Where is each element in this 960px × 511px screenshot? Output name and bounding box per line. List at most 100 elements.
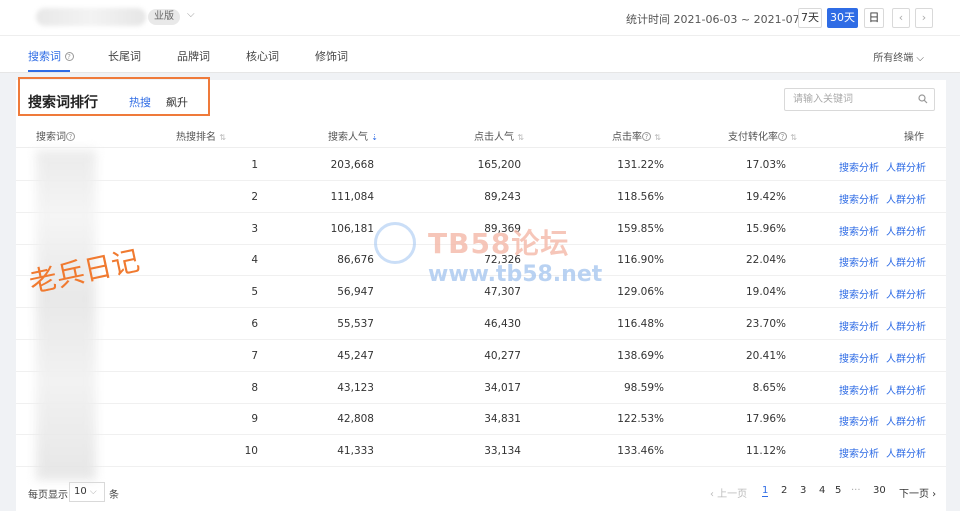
col-ctr[interactable]: 点击率? ⇅ [612, 128, 661, 143]
cell-search: 86,676 [337, 254, 374, 267]
keyword-search[interactable] [784, 88, 935, 111]
search-analysis-link[interactable]: 搜索分析 [839, 413, 879, 428]
cell-click: 40,277 [484, 349, 521, 362]
search-analysis-link[interactable]: 搜索分析 [839, 223, 879, 238]
page-4[interactable]: 4 [819, 485, 825, 496]
cell-rank: 5 [251, 286, 258, 299]
search-analysis-link[interactable]: 搜索分析 [839, 445, 879, 460]
cell-cvr: 8.65% [752, 381, 786, 394]
terminal-select[interactable]: 所有终端 ⌵ [873, 49, 924, 64]
tab-brand-words[interactable]: 品牌词 [177, 48, 210, 64]
crowd-analysis-link[interactable]: 人群分析 [886, 159, 926, 174]
search-input[interactable] [785, 89, 905, 110]
search-analysis-link[interactable]: 搜索分析 [839, 382, 879, 397]
cell-rank: 7 [251, 349, 258, 362]
word-type-tabs: 搜索词 ? 长尾词 品牌词 核心词 修饰词 所有终端 ⌵ [0, 36, 960, 73]
crowd-analysis-link[interactable]: 人群分析 [886, 254, 926, 269]
sort-icon[interactable]: ⇅ [654, 133, 661, 142]
page-30[interactable]: 30 [873, 485, 886, 496]
chevron-down-icon: ⌵ [89, 487, 97, 497]
subtab-rising[interactable]: 飙升 [166, 94, 188, 110]
cell-rank: 9 [251, 413, 258, 426]
tab-longtail-words[interactable]: 长尾词 [108, 48, 141, 64]
cell-rank: 8 [251, 381, 258, 394]
cell-click: 46,430 [484, 318, 521, 330]
crowd-analysis-link[interactable]: 人群分析 [886, 382, 926, 397]
search-icon[interactable] [918, 94, 928, 104]
search-analysis-link[interactable]: 搜索分析 [839, 350, 879, 365]
cell-cvr: 11.12% [745, 445, 786, 458]
search-analysis-link[interactable]: 搜索分析 [839, 159, 879, 174]
crowd-analysis-link[interactable]: 人群分析 [886, 223, 926, 238]
cell-ctr: 116.48% [617, 318, 664, 330]
cell-ctr: 131.22% [617, 159, 664, 171]
crowd-analysis-link[interactable]: 人群分析 [886, 318, 926, 333]
cell-click: 34,831 [484, 413, 521, 426]
tab-core-words[interactable]: 核心词 [246, 48, 279, 64]
cell-ctr: 122.53% [617, 413, 664, 426]
cell-search: 55,537 [337, 318, 374, 330]
col-rank[interactable]: 热搜排名 ⇅ [176, 128, 226, 143]
next-page-button[interactable]: 下一页 › [899, 485, 936, 500]
cell-rank: 4 [251, 254, 258, 267]
cell-rank: 10 [244, 445, 258, 458]
search-analysis-link[interactable]: 搜索分析 [839, 318, 879, 333]
range-30d-button[interactable]: 30天 [827, 8, 858, 28]
sort-icon[interactable]: ⇅ [517, 133, 524, 142]
col-keyword: 搜索词? [36, 128, 75, 143]
cell-ctr: 133.46% [617, 445, 664, 458]
sort-icon[interactable]: ⇅ [219, 133, 226, 142]
chevron-down-icon[interactable]: ⌵ [187, 9, 195, 20]
watermark-logo [374, 222, 416, 264]
sort-desc-icon[interactable]: ⇣ [371, 133, 378, 142]
shop-version-badge[interactable]: 业版 [148, 9, 180, 25]
cell-search: 203,668 [330, 159, 374, 171]
page: 业版 ⌵ 统计时间 2021-06-03 ~ 2021-07-02 7天 30天… [0, 0, 960, 511]
help-icon[interactable]: ? [778, 132, 787, 141]
crowd-analysis-link[interactable]: 人群分析 [886, 445, 926, 460]
cell-search: 42,808 [337, 413, 374, 426]
crowd-analysis-link[interactable]: 人群分析 [886, 286, 926, 301]
help-icon[interactable]: ? [642, 132, 651, 141]
col-click-popularity[interactable]: 点击人气 ⇅ [474, 128, 524, 143]
crowd-analysis-link[interactable]: 人群分析 [886, 413, 926, 428]
help-icon[interactable]: ? [64, 52, 74, 61]
cell-search: 106,181 [330, 222, 374, 235]
tab-modifier-words[interactable]: 修饰词 [315, 48, 348, 64]
cell-click: 34,017 [484, 381, 521, 394]
prev-date-button[interactable]: ‹ [892, 8, 910, 28]
next-date-button[interactable]: › [915, 8, 933, 28]
panel-title: 搜索词排行 [28, 95, 98, 111]
cell-cvr: 20.41% [745, 349, 786, 362]
page-1[interactable]: 1 [762, 485, 769, 497]
page-2[interactable]: 2 [781, 485, 787, 496]
range-day-button[interactable]: 日 [864, 8, 884, 28]
help-icon[interactable]: ? [66, 132, 75, 141]
cell-cvr: 17.03% [745, 159, 786, 171]
search-analysis-link[interactable]: 搜索分析 [839, 191, 879, 206]
top-bar: 业版 ⌵ 统计时间 2021-06-03 ~ 2021-07-02 7天 30天… [0, 0, 960, 36]
crowd-analysis-link[interactable]: 人群分析 [886, 191, 926, 206]
table-row: 6 55,537 46,430 116.48% 23.70% 搜索分析 人群分析 [16, 308, 946, 340]
subtab-hot[interactable]: 热搜 [129, 94, 151, 110]
col-cvr[interactable]: 支付转化率? ⇅ [728, 128, 797, 143]
table-row: 2 111,084 89,243 118.56% 19.42% 搜索分析 人群分析 [16, 181, 946, 213]
stat-time: 统计时间 2021-06-03 ~ 2021-07-02 [626, 13, 818, 26]
tab-search-words[interactable]: 搜索词 ? [28, 48, 74, 64]
page-5[interactable]: 5 [835, 485, 841, 496]
cell-rank: 6 [251, 318, 258, 330]
prev-page-button[interactable]: ‹ 上一页 [710, 485, 747, 500]
page-3[interactable]: 3 [800, 485, 806, 496]
cell-cvr: 17.96% [745, 413, 786, 426]
crowd-analysis-link[interactable]: 人群分析 [886, 350, 926, 365]
chevron-down-icon: ⌵ [916, 53, 924, 64]
cell-ctr: 118.56% [617, 190, 664, 203]
watermark-brand: TB58论坛 [428, 227, 570, 260]
search-analysis-link[interactable]: 搜索分析 [839, 254, 879, 269]
page-ellipsis[interactable]: ··· [851, 485, 861, 496]
col-search-popularity[interactable]: 搜索人气 ⇣ [328, 128, 378, 143]
range-7d-button[interactable]: 7天 [798, 8, 822, 28]
per-page-select[interactable]: 10 ⌵ [69, 482, 105, 502]
search-analysis-link[interactable]: 搜索分析 [839, 286, 879, 301]
sort-icon[interactable]: ⇅ [790, 133, 797, 142]
